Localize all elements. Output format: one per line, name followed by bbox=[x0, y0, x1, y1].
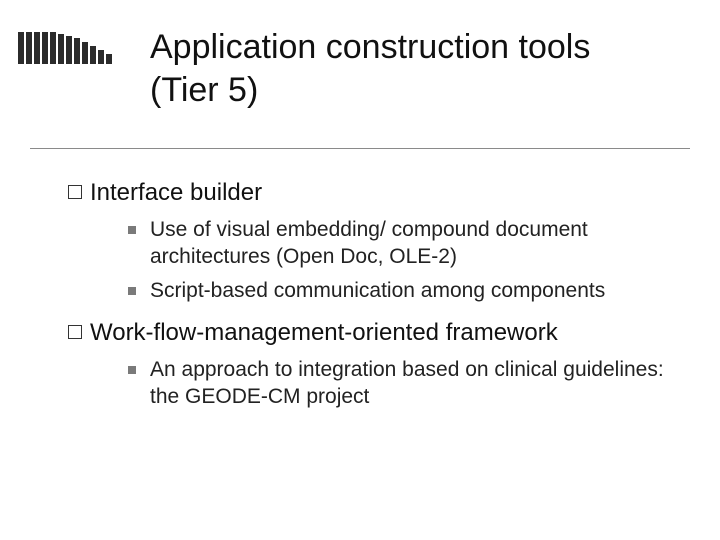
subitem-list: Use of visual embedding/ compound docume… bbox=[128, 216, 680, 304]
list-item: Use of visual embedding/ compound docume… bbox=[128, 216, 680, 271]
decor-bar bbox=[26, 32, 32, 64]
filled-square-bullet-icon bbox=[128, 287, 136, 295]
section-interface-builder: Interface builder Use of visual embeddin… bbox=[68, 178, 680, 304]
decor-bar bbox=[42, 32, 48, 64]
corner-bars-decoration bbox=[18, 32, 112, 64]
list-item: An approach to integration based on clin… bbox=[128, 356, 680, 411]
body-content: Interface builder Use of visual embeddin… bbox=[68, 172, 680, 424]
hollow-square-bullet-icon bbox=[68, 185, 82, 199]
list-item-text: Use of visual embedding/ compound docume… bbox=[150, 216, 680, 271]
section-workflow-framework: Work-flow-management-oriented framework … bbox=[68, 318, 680, 411]
decor-bar bbox=[50, 32, 56, 64]
decor-bar bbox=[106, 54, 112, 64]
decor-bar bbox=[66, 36, 72, 64]
slide: Application construction tools (Tier 5) … bbox=[0, 0, 720, 540]
filled-square-bullet-icon bbox=[128, 366, 136, 374]
title-underline bbox=[30, 148, 690, 149]
hollow-square-bullet-icon bbox=[68, 325, 82, 339]
section-heading-row: Interface builder bbox=[68, 178, 680, 208]
list-item-text: An approach to integration based on clin… bbox=[150, 356, 680, 411]
title-line-2: (Tier 5) bbox=[150, 69, 680, 112]
section-heading: Work-flow-management-oriented framework bbox=[90, 318, 558, 348]
filled-square-bullet-icon bbox=[128, 226, 136, 234]
decor-bar bbox=[90, 46, 96, 64]
subitem-list: An approach to integration based on clin… bbox=[128, 356, 680, 411]
section-heading: Interface builder bbox=[90, 178, 262, 208]
decor-bar bbox=[98, 50, 104, 64]
decor-bar bbox=[18, 32, 24, 64]
decor-bar bbox=[58, 34, 64, 64]
decor-bar bbox=[74, 38, 80, 64]
list-item-text: Script-based communication among compone… bbox=[150, 277, 605, 304]
section-heading-row: Work-flow-management-oriented framework bbox=[68, 318, 680, 348]
list-item: Script-based communication among compone… bbox=[128, 277, 680, 304]
title-line-1: Application construction tools bbox=[150, 26, 680, 69]
title-block: Application construction tools (Tier 5) bbox=[150, 26, 680, 111]
decor-bar bbox=[82, 42, 88, 64]
decor-bar bbox=[34, 32, 40, 64]
